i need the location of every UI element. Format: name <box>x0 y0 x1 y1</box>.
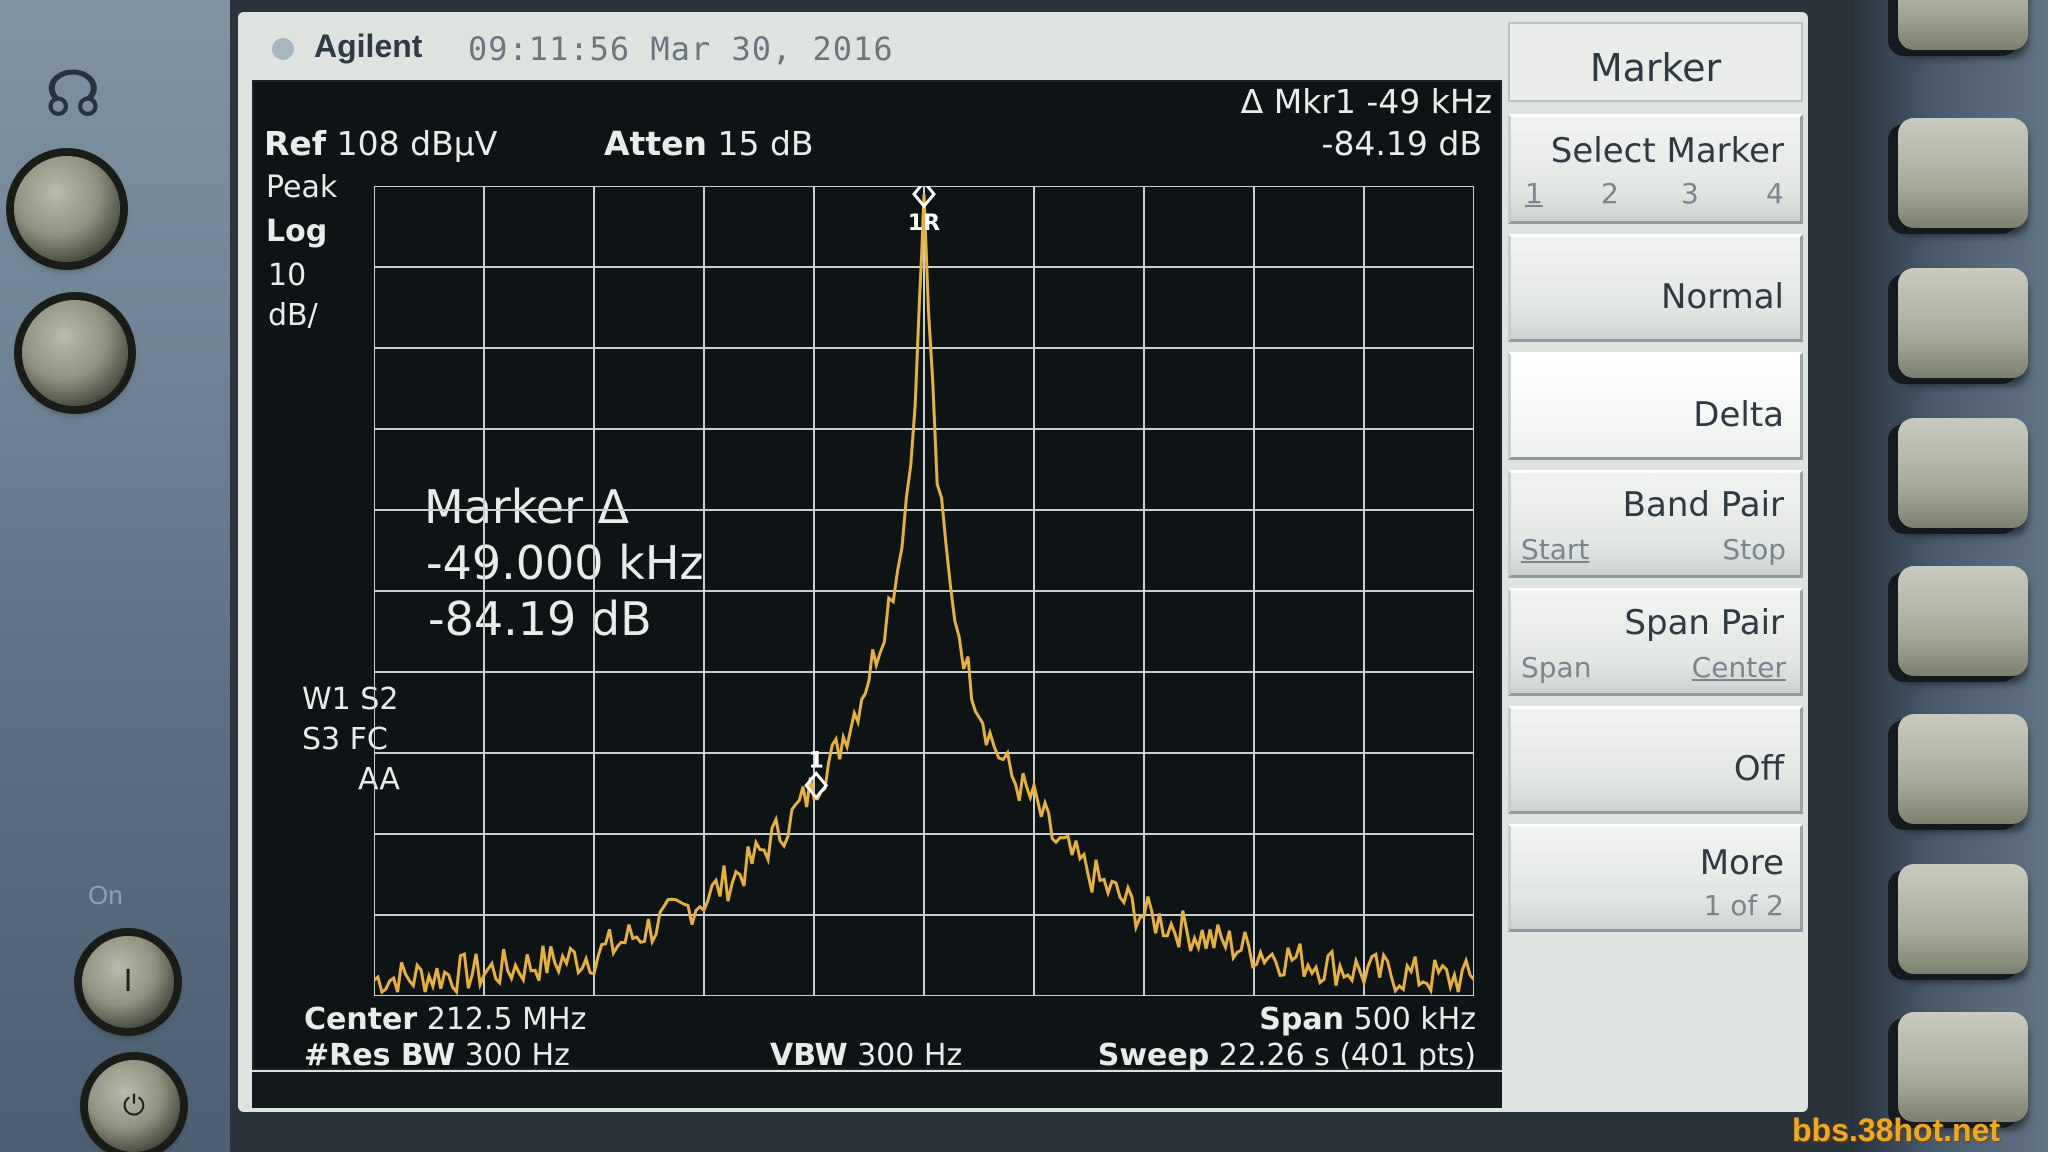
watermark: bbs.38hot.net <box>1792 1112 2001 1148</box>
select-marker-option-4: 4 <box>1766 177 1784 210</box>
band-pair-start: Start <box>1521 533 1590 566</box>
marker-readout-freq: Δ Mkr1 -49 kHz <box>1240 82 1492 121</box>
span-pair-label: Span Pair <box>1624 603 1784 643</box>
hw-softkey-2[interactable] <box>1898 268 2028 378</box>
span-pair-center: Center <box>1691 651 1786 684</box>
off-softkey[interactable]: Off <box>1508 706 1803 814</box>
spectrum-plot: 1R 1 <box>374 186 1474 996</box>
more-label: More <box>1699 843 1784 883</box>
rbw-label: #Res BW <box>304 1038 456 1073</box>
instrument-screen: Agilent 09:11:56 Mar 30, 2016 Ref 108 dB… <box>238 12 1808 1112</box>
ref-label: Ref <box>264 124 327 163</box>
select-marker-softkey[interactable]: Select Marker 1 2 3 4 <box>1508 114 1803 224</box>
softkey-hardware-buttons <box>1850 0 2048 1152</box>
span: Span 500 kHz <box>1259 1002 1476 1037</box>
center-value: 212.5 MHz <box>426 1002 587 1037</box>
scale-unit: dB/ <box>268 298 318 333</box>
atten-label: Atten <box>604 124 707 163</box>
hw-softkey-3[interactable] <box>1898 418 2028 528</box>
span-label: Span <box>1259 1002 1344 1037</box>
normal-softkey[interactable]: Normal <box>1508 234 1803 342</box>
off-label: Off <box>1733 749 1784 789</box>
band-pair-label: Band Pair <box>1622 485 1784 525</box>
power-standby-button[interactable]: ⏻ <box>88 1060 180 1152</box>
softkey-menu: Marker Select Marker 1 2 3 4 Normal Delt… <box>1508 22 1803 1102</box>
spectrum-analyzer: ☊ On I ⏻ Agilent 09:11:56 Mar 30, 2016 R… <box>0 0 2048 1152</box>
softkey-menu-title: Marker <box>1508 22 1803 102</box>
left-front-panel: ☊ On I ⏻ <box>0 0 230 1152</box>
plot-grid <box>374 186 1474 996</box>
power-on-button[interactable]: I <box>82 936 174 1028</box>
hw-softkey-4[interactable] <box>1898 566 2028 676</box>
span-pair-span: Span <box>1521 651 1592 684</box>
hw-softkey-6[interactable] <box>1898 864 2028 974</box>
brand-name: Agilent <box>314 28 423 64</box>
ref-level: Ref 108 dBµV <box>264 124 497 163</box>
video-bandwidth: VBW 300 Hz <box>770 1038 962 1073</box>
power-on-symbol: I <box>123 964 133 999</box>
rbw-value: 300 Hz <box>464 1038 570 1073</box>
ref-value: 108 dBµV <box>336 124 498 163</box>
power-standby-icon: ⏻ <box>122 1089 146 1122</box>
select-marker-option-2: 2 <box>1601 177 1619 210</box>
delta-softkey[interactable]: Delta <box>1508 352 1803 460</box>
sweep-label: Sweep <box>1097 1038 1210 1073</box>
scale-value: 10 <box>268 258 307 293</box>
span-value: 500 kHz <box>1353 1002 1476 1037</box>
delta-marker-label: 1 <box>809 748 824 773</box>
measurement-display: Ref 108 dBµV Atten 15 dB Δ Mkr1 -49 kHz … <box>252 80 1502 1073</box>
detector-mode: Peak <box>266 170 338 205</box>
atten-value: 15 dB <box>717 124 814 163</box>
select-marker-option-3: 3 <box>1681 177 1699 210</box>
attenuation: Atten 15 dB <box>604 124 814 163</box>
center-frequency: Center 212.5 MHz <box>304 1002 586 1037</box>
select-marker-option-1: 1 <box>1525 177 1543 210</box>
band-pair-stop: Stop <box>1722 533 1786 566</box>
hw-softkey-0[interactable] <box>1898 0 2028 50</box>
center-label: Center <box>304 1002 418 1037</box>
power-on-label: On <box>88 880 123 910</box>
brand-logo-icon <box>272 38 294 60</box>
menu-title-label: Marker <box>1589 46 1722 90</box>
band-pair-softkey[interactable]: Band Pair Start Stop <box>1508 470 1803 578</box>
status-line <box>252 1072 1502 1108</box>
normal-label: Normal <box>1660 277 1784 317</box>
status-bar: Agilent 09:11:56 Mar 30, 2016 <box>238 12 1508 82</box>
help-head-icon[interactable]: ☊ <box>28 60 118 130</box>
resolution-bandwidth: #Res BW 300 Hz <box>304 1038 570 1073</box>
delta-label: Delta <box>1693 395 1784 435</box>
front-knob-lower[interactable] <box>22 300 128 406</box>
front-knob-upper[interactable] <box>14 156 120 262</box>
sweep-value: 22.26 s (401 pts) <box>1218 1038 1476 1073</box>
hw-softkey-5[interactable] <box>1898 714 2028 824</box>
hw-softkey-1[interactable] <box>1898 118 2028 228</box>
select-marker-label: Select Marker <box>1550 131 1784 171</box>
scale-type: Log <box>266 214 328 249</box>
span-pair-softkey[interactable]: Span Pair Span Center <box>1508 588 1803 696</box>
marker-readout-ampl: -84.19 dB <box>1321 124 1482 163</box>
hw-softkey-7[interactable] <box>1898 1012 2028 1122</box>
sweep-time: Sweep 22.26 s (401 pts) <box>1098 1038 1476 1073</box>
vbw-label: VBW <box>770 1038 848 1073</box>
reference-marker-label: 1R <box>908 211 940 236</box>
more-page: 1 of 2 <box>1703 889 1784 922</box>
more-softkey[interactable]: More 1 of 2 <box>1508 824 1803 932</box>
timestamp: 09:11:56 Mar 30, 2016 <box>468 30 894 68</box>
vbw-value: 300 Hz <box>857 1038 963 1073</box>
